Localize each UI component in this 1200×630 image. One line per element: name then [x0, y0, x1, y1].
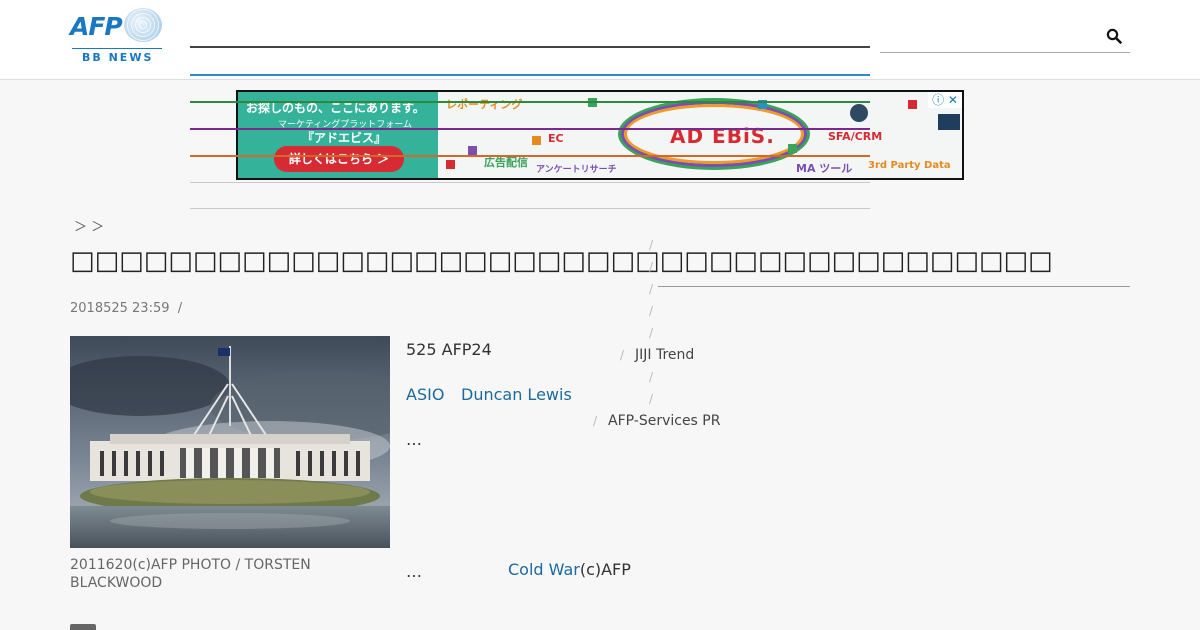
monitor-icon: [938, 114, 960, 130]
date-separator: /: [177, 301, 183, 316]
sidebar-separator: /: [593, 414, 598, 428]
sidebar-item-afp-services-pr[interactable]: AFP-Services PR: [608, 413, 720, 429]
header-rule-blue: [190, 74, 870, 76]
sidebar-separator: /: [649, 260, 654, 274]
logo-subtitle: BB NEWS: [82, 51, 154, 64]
header-rule-dark: [190, 46, 870, 48]
search-input[interactable]: [880, 20, 1100, 52]
comment-icon[interactable]: [70, 624, 96, 630]
nav-rule-orange: [190, 155, 870, 157]
tag-link-asio[interactable]: ASIO: [406, 385, 444, 404]
nav-rule-grey: [190, 182, 870, 183]
article-ellipsis: …: [406, 430, 422, 449]
ad-tag-reporting: レポーティング: [446, 98, 523, 111]
tag-link-cold-war[interactable]: Cold War: [508, 560, 580, 579]
sidebar-item-jiji-trend[interactable]: JIJI Trend: [635, 347, 694, 363]
people-icon: [850, 104, 868, 122]
ad-details-button[interactable]: 詳しくはこちら ＞: [274, 146, 404, 172]
sidebar-separator: /: [649, 392, 654, 406]
article-credit-line: Cold War(c)AFP: [508, 560, 631, 579]
nav-rule-grey: [190, 208, 870, 209]
ad-banner[interactable]: お探しのもの、ここにあります。 マーケティングプラットフォーム 『アドエビス』 …: [236, 90, 964, 180]
search-icon[interactable]: [1106, 28, 1122, 44]
article-lead: 525 AFP24: [406, 340, 492, 359]
site-header: AFP BB NEWS: [0, 0, 1200, 80]
article-date-text: 2018525 23:59: [70, 301, 170, 316]
afp-bb-news-logo[interactable]: AFP BB NEWS: [70, 8, 162, 66]
article-photo[interactable]: [70, 336, 390, 548]
ad-right-panel: レポーティング EC 広告配信 アンケートリサーチ SFA/CRM MA ツール…: [438, 92, 962, 178]
sidebar-separator: /: [649, 238, 654, 252]
globe-icon: [124, 8, 162, 42]
tag-link-duncan-lewis[interactable]: Duncan Lewis: [461, 385, 572, 404]
article-date: 2018525 23:59 /: [70, 301, 182, 316]
breadcrumb[interactable]: ＞ ＞: [74, 216, 104, 235]
sidebar-separator: /: [620, 348, 625, 362]
logo-text: AFP: [70, 12, 123, 41]
sidebar-separator: /: [649, 326, 654, 340]
parliament-house-image: [70, 336, 390, 548]
ad-decor-square: [446, 160, 455, 169]
logo-divider: [72, 48, 162, 49]
photo-caption: 2011620(c)AFP PHOTO / TORSTEN BLACKWOOD: [70, 557, 311, 591]
search-box[interactable]: [880, 20, 1130, 53]
article-title: □□□□□□□□□□□□□□□□□□□□□□□□□□□□□□□□□□□□□□□□: [70, 246, 1053, 276]
ad-decor-square: [468, 146, 477, 155]
ad-left-panel: お探しのもの、ここにあります。 マーケティングプラットフォーム 『アドエビス』 …: [238, 92, 438, 178]
article-title-placeholder-glyphs: □□□□□□□□□□□□□□□□□□□□□□□□□□□□□□□□□□□□□□□□: [70, 246, 1053, 276]
ad-tag-ec: EC: [548, 132, 564, 145]
title-rule: [658, 286, 1130, 287]
sidebar-separator: /: [649, 282, 654, 296]
sidebar-separator: /: [649, 304, 654, 318]
ad-tag-sfa-crm: SFA/CRM: [828, 130, 883, 143]
ad-product: 『アドエビス』: [302, 131, 387, 145]
article-ellipsis: …: [406, 562, 422, 581]
ad-decor-square: [908, 100, 917, 109]
ad-close-icon[interactable]: ⓘ ✕: [928, 92, 962, 108]
sidebar-separator: /: [649, 370, 654, 384]
ad-tag-ma-tool: MA ツール: [796, 162, 853, 175]
ad-tag-survey: アンケートリサーチ: [536, 165, 617, 175]
ad-tag-third-party-data: 3rd Party Data: [868, 160, 951, 171]
nav-rule-purple: [190, 128, 870, 130]
nav-rule-green: [190, 101, 870, 103]
photo-credit: (c)AFP: [579, 560, 631, 579]
ad-decor-square: [788, 144, 797, 153]
ad-decor-square: [532, 136, 541, 145]
